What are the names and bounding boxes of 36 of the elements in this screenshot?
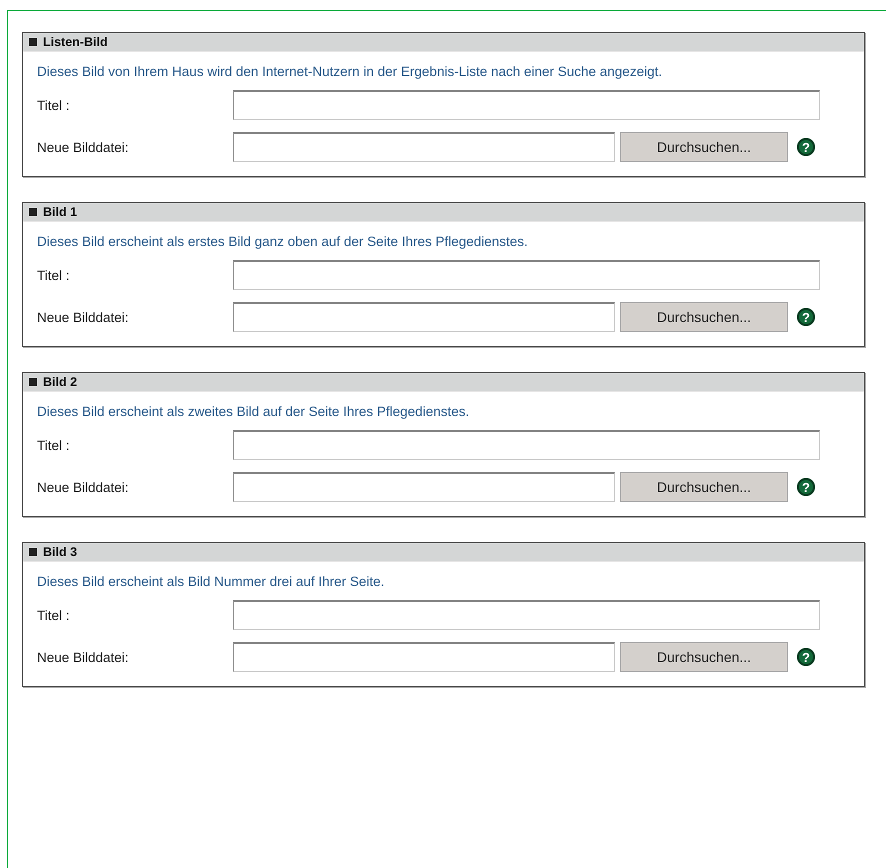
file-input-field[interactable] <box>233 642 615 672</box>
help-icon[interactable]: ? <box>797 478 815 496</box>
description-text: Dieses Bild von Ihrem Haus wird den Internet-Nutzern in der Ergebnis-Liste nach einer Suche angezeigt. <box>37 63 664 81</box>
square-icon <box>29 38 37 46</box>
square-icon <box>29 378 37 386</box>
browse-button[interactable]: Durchsuchen... <box>620 472 788 502</box>
browse-button[interactable]: Durchsuchen... <box>620 642 788 672</box>
section-title: Bild 3 <box>43 545 78 559</box>
description-text: Dieses Bild erscheint als erstes Bild ganz oben auf der Seite Ihres Pflegedienstes. <box>37 233 529 251</box>
field-label: Neue Bilddatei: <box>37 310 130 324</box>
title-input-field[interactable] <box>233 430 820 460</box>
square-icon <box>29 548 37 556</box>
file-input-field[interactable] <box>233 302 615 332</box>
field-label: Neue Bilddatei: <box>37 140 130 154</box>
browse-button[interactable]: Durchsuchen... <box>620 302 788 332</box>
help-icon[interactable]: ? <box>797 648 815 666</box>
field-label: Neue Bilddatei: <box>37 650 130 664</box>
field-label: Titel : <box>37 268 71 282</box>
field-label: Titel : <box>37 98 71 112</box>
description-text: Dieses Bild erscheint als Bild Nummer drei auf Ihrer Seite. <box>37 573 386 591</box>
help-icon[interactable]: ? <box>797 138 815 156</box>
field-label: Neue Bilddatei: <box>37 480 130 494</box>
title-input-field[interactable] <box>233 260 820 290</box>
field-label: Titel : <box>37 438 71 452</box>
file-input-field[interactable] <box>233 132 615 162</box>
title-input-field[interactable] <box>233 90 820 120</box>
section-title: Bild 2 <box>43 375 78 389</box>
browse-button[interactable]: Durchsuchen... <box>620 132 788 162</box>
square-icon <box>29 208 37 216</box>
section-title: Listen-Bild <box>43 35 108 49</box>
field-label: Titel : <box>37 608 71 622</box>
section-title: Bild 1 <box>43 205 78 219</box>
help-icon[interactable]: ? <box>797 308 815 326</box>
title-input-field[interactable] <box>233 600 820 630</box>
description-text: Dieses Bild erscheint als zweites Bild auf der Seite Ihres Pflegedienstes. <box>37 403 470 421</box>
file-input-field[interactable] <box>233 472 615 502</box>
